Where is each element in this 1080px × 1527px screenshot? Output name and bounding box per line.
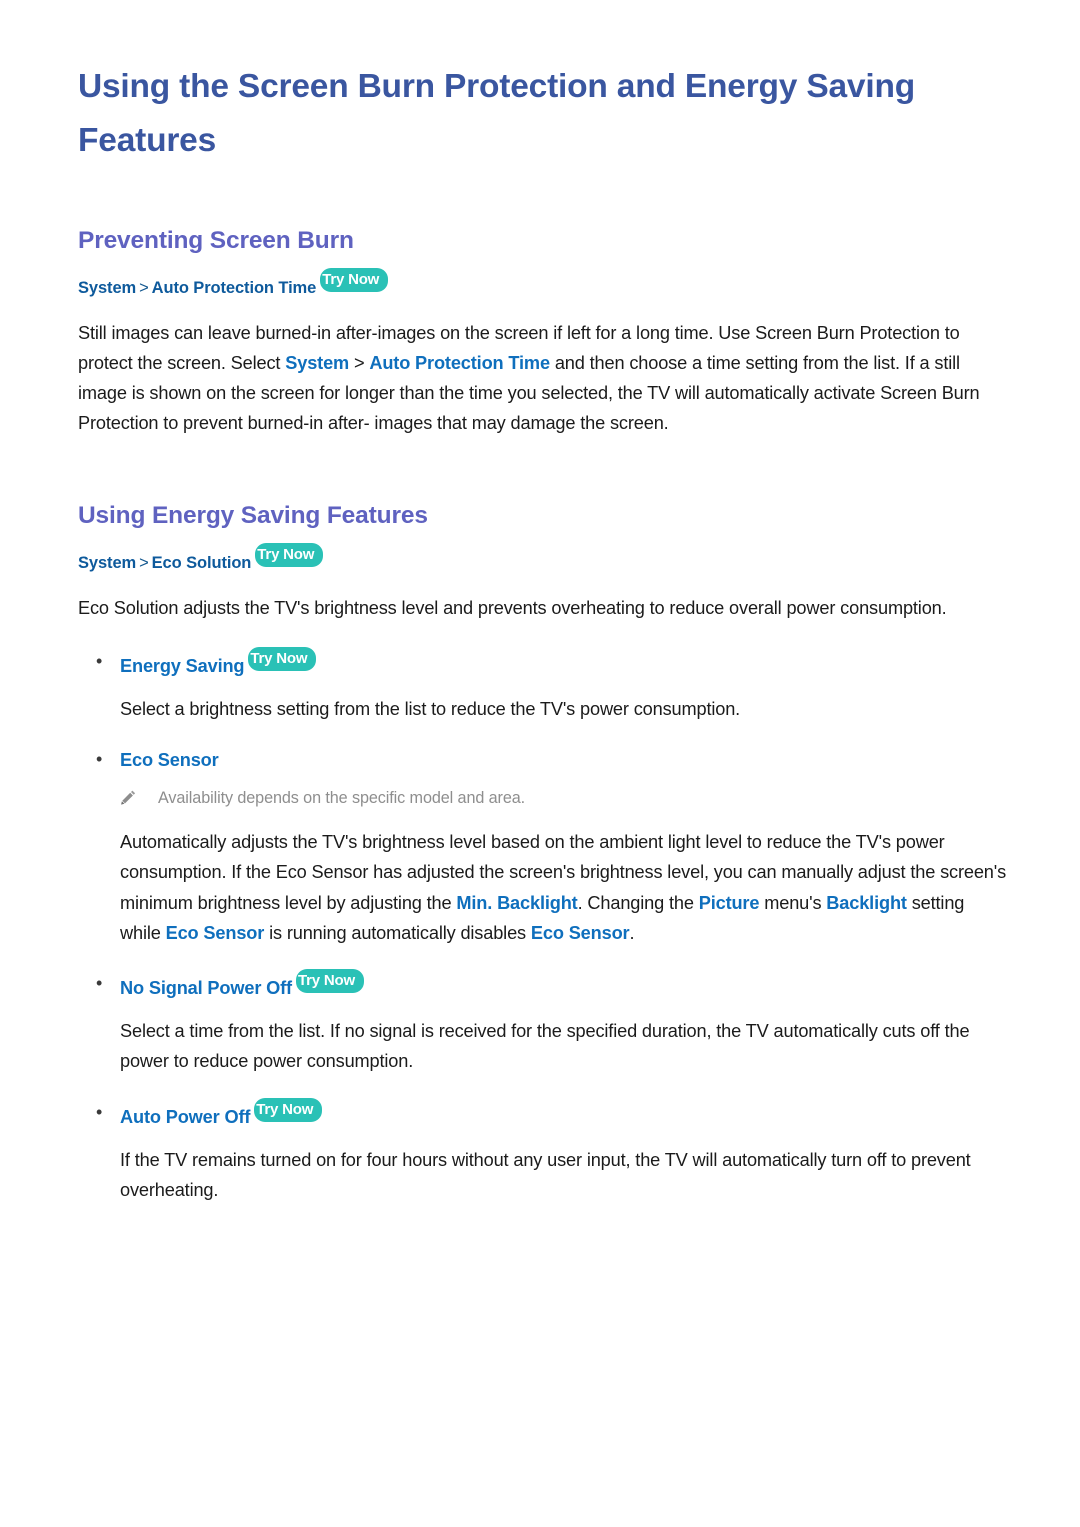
pencil-icon [120, 786, 158, 811]
section-intro-paragraph: Eco Solution adjusts the TV's brightness… [78, 598, 947, 619]
bullet-dot-icon [96, 648, 120, 676]
inline-separator: > [349, 352, 370, 373]
list-item: Energy SavingTry Now [78, 646, 1008, 680]
bullet-label-text: Energy Saving [120, 655, 245, 676]
note-text: Availability depends on the specific mod… [158, 789, 526, 808]
inline-term-system[interactable]: System [285, 353, 349, 373]
bullet-label-text: Auto Power Off [120, 1106, 251, 1127]
breadcrumb: System > Auto Protection Time Try Now [78, 267, 1008, 298]
list-item-body: If the TV remains turned on for four hou… [78, 1145, 1008, 1205]
section-paragraph: Still images can leave burned-in after-i… [78, 318, 1008, 439]
bullet-description: If the TV remains turned on for four hou… [120, 1149, 971, 1200]
breadcrumb-separator-icon: > [139, 278, 149, 297]
bullet-dot-icon [96, 746, 120, 774]
inline-term-min-backlight[interactable]: Min. Backlight [456, 893, 577, 913]
try-now-badge[interactable]: Try Now [254, 1097, 323, 1122]
desc-part-2: . Changing the [577, 892, 699, 913]
bullet-dot-icon [96, 970, 120, 998]
list-item-body: Select a brightness setting from the lis… [78, 694, 1008, 724]
bullet-description: Select a time from the list. If no signa… [120, 1021, 970, 1072]
inline-term-eco-sensor-1[interactable]: Eco Sensor [166, 923, 265, 943]
bullet-description: Select a brightness setting from the lis… [120, 698, 741, 719]
bullet-description: Automatically adjusts the TV's brightnes… [120, 827, 1008, 948]
list-item: No Signal Power OffTry Now [78, 968, 1008, 1002]
bullet-label-text: No Signal Power Off [120, 977, 292, 998]
inline-term-backlight[interactable]: Backlight [826, 893, 907, 913]
inline-term-picture[interactable]: Picture [699, 893, 760, 913]
try-now-badge[interactable]: Try Now [255, 543, 324, 568]
desc-part-5: is running automatically disables [264, 922, 531, 943]
list-item-body: Select a time from the list. If no signa… [78, 1016, 1008, 1076]
try-now-badge[interactable]: Try Now [295, 968, 364, 993]
bullet-label-auto-power-off[interactable]: Auto Power Off Try Now [120, 1097, 323, 1131]
breadcrumb-leaf[interactable]: Eco Solution [152, 554, 252, 572]
breadcrumb-leaf[interactable]: Auto Protection Time [152, 279, 317, 297]
breadcrumb-root[interactable]: System [78, 554, 136, 572]
bullet-dot-icon [96, 1099, 120, 1127]
inline-term-auto-protection-time[interactable]: Auto Protection Time [369, 353, 550, 373]
section-preventing-screen-burn: Preventing Screen Burn System > Auto Prote… [78, 227, 1008, 439]
breadcrumb-separator-icon: > [139, 554, 149, 573]
list-item-body: Automatically adjusts the TV's brightnes… [78, 827, 1008, 948]
try-now-badge[interactable]: Try Now [248, 646, 317, 671]
list-item: Auto Power OffTry Now [78, 1097, 1008, 1131]
desc-part-6: . [629, 922, 635, 943]
try-now-badge[interactable]: Try Now [320, 267, 389, 292]
document-page: Using the Screen Burn Protection and Ene… [0, 0, 1080, 1527]
section-using-energy-saving-features: Using Energy Saving Features System > Eco … [78, 502, 1008, 1205]
bullet-label-no-signal-power-off[interactable]: No Signal Power Off Try Now [120, 968, 364, 1002]
breadcrumb: System > Eco Solution Try Now [78, 543, 1008, 573]
bullet-label-eco-sensor[interactable]: Eco Sensor [120, 746, 219, 774]
breadcrumb-root[interactable]: System [78, 279, 136, 297]
desc-part-3: menu's [759, 892, 827, 913]
section-heading: Preventing Screen Burn [78, 226, 354, 254]
list-item: Eco Sensor [78, 746, 1008, 774]
section-heading: Using Energy Saving Features [78, 502, 428, 530]
inline-term-eco-sensor-2[interactable]: Eco Sensor [531, 923, 630, 943]
page-title: Using the Screen Burn Protection and Ene… [78, 68, 915, 160]
note: Availability depends on the specific mod… [78, 786, 1008, 811]
bullet-label-energy-saving[interactable]: Energy Saving Try Now [120, 646, 317, 680]
